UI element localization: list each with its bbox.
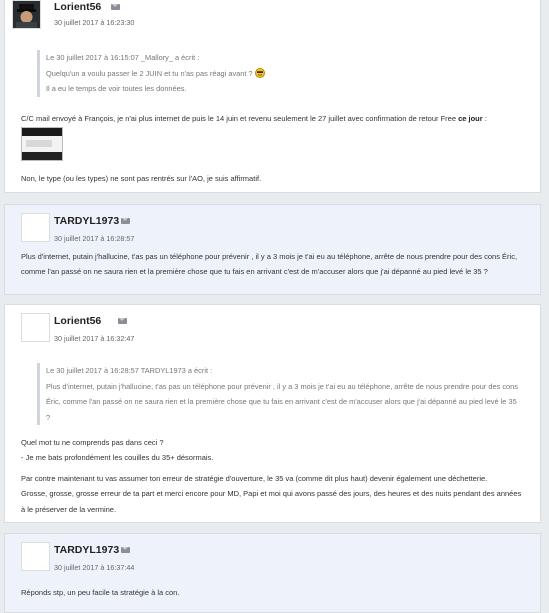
forum-post: Lorient56 30 juillet 2017 à 16:23:30 Le … — [4, 0, 541, 193]
quote-header: Le 30 juillet 2017 à 16:15:07 _Mallory_ … — [46, 53, 200, 62]
envelope-icon[interactable] — [111, 4, 120, 10]
quote-line: Quelqu'un a voulu passer le 2 JUIN et tu… — [46, 66, 526, 82]
post-header: Lorient56 30 juillet 2017 à 16:32:47 — [5, 305, 540, 345]
quote-line: Il a eu le temps de voir toutes les donn… — [46, 84, 187, 94]
post-text: Quel mot tu ne comprends pas dans ceci ? — [21, 438, 164, 447]
post-header: Lorient56 30 juillet 2017 à 16:23:30 — [5, 0, 540, 37]
post-text: Plus d'internet, putain j'hallucine, t'a… — [21, 252, 518, 261]
author-name[interactable]: TARDYL1973 — [54, 544, 119, 556]
smiley-icon — [254, 67, 265, 78]
avatar[interactable] — [12, 0, 41, 29]
post-text: Non, le type (ou les types) ne sont pas … — [21, 174, 262, 183]
post-date[interactable]: 30 juillet 2017 à 16:23:30 — [54, 18, 134, 27]
envelope-icon[interactable] — [118, 318, 127, 324]
post-header: TARDYL1973 30 juillet 2017 à 16:37:44 — [5, 534, 540, 574]
post-body: C/C mail envoyé à François, je n'ai plus… — [21, 111, 536, 126]
post-date[interactable]: 30 juillet 2017 à 16:32:47 — [54, 334, 134, 343]
author-name[interactable]: Lorient56 — [54, 315, 101, 327]
post-date[interactable]: 30 juillet 2017 à 16:28:57 — [54, 234, 134, 243]
post-text: C/C mail envoyé à François, je n'ai plus… — [21, 114, 487, 123]
quote-line: Éric, comme l'an passé on ne saura rien … — [46, 397, 517, 407]
post-text: à le préserver de la vermine. — [21, 504, 117, 514]
post-body: Plus d'internet, putain j'hallucine, t'a… — [21, 249, 536, 280]
quote-line: Plus d'internet, putain j'hallucine, t'a… — [46, 381, 518, 391]
avatar[interactable] — [21, 542, 50, 571]
envelope-icon[interactable] — [121, 218, 130, 224]
forum-post: TARDYL1973 30 juillet 2017 à 16:37:44 Ré… — [4, 533, 541, 613]
quote-block: Le 30 juillet 2017 à 16:15:07 _Mallory_ … — [37, 50, 526, 97]
post-body: Par contre maintenant tu vas assumer ton… — [21, 471, 541, 517]
forum-post: Lorient56 30 juillet 2017 à 16:32:47 Le … — [4, 304, 541, 523]
quote-header: Le 30 juillet 2017 à 16:28:57 TARDYL1973… — [46, 366, 213, 375]
attachment-thumbnail[interactable] — [21, 127, 63, 161]
author-name[interactable]: Lorient56 — [54, 1, 101, 13]
post-text: Grosse, grosse, grosse erreur de ta part… — [21, 489, 522, 499]
forum-post: TARDYL1973 30 juillet 2017 à 16:28:57 Pl… — [4, 204, 541, 295]
post-text: Par contre maintenant tu vas assumer ton… — [21, 474, 488, 483]
post-text: - Je me bats profondément les couilles d… — [21, 453, 214, 463]
post-body: Quel mot tu ne comprends pas dans ceci ?… — [21, 435, 536, 466]
post-body: Réponds stp, un peu facile ta stratégie … — [21, 585, 536, 600]
quote-block: Le 30 juillet 2017 à 16:28:57 TARDYL1973… — [37, 363, 541, 426]
post-header: TARDYL1973 30 juillet 2017 à 16:28:57 — [5, 205, 540, 245]
post-date[interactable]: 30 juillet 2017 à 16:37:44 — [54, 563, 134, 572]
post-text: comme l'an passé on ne saura rien et la … — [21, 267, 488, 277]
post-text: Réponds stp, un peu facile ta stratégie … — [21, 588, 180, 597]
avatar[interactable] — [21, 213, 50, 242]
quote-line: ? — [46, 412, 51, 422]
envelope-icon[interactable] — [121, 547, 130, 553]
post-body: Non, le type (ou les types) ne sont pas … — [21, 171, 536, 186]
author-name[interactable]: TARDYL1973 — [54, 215, 119, 227]
avatar[interactable] — [21, 313, 50, 342]
